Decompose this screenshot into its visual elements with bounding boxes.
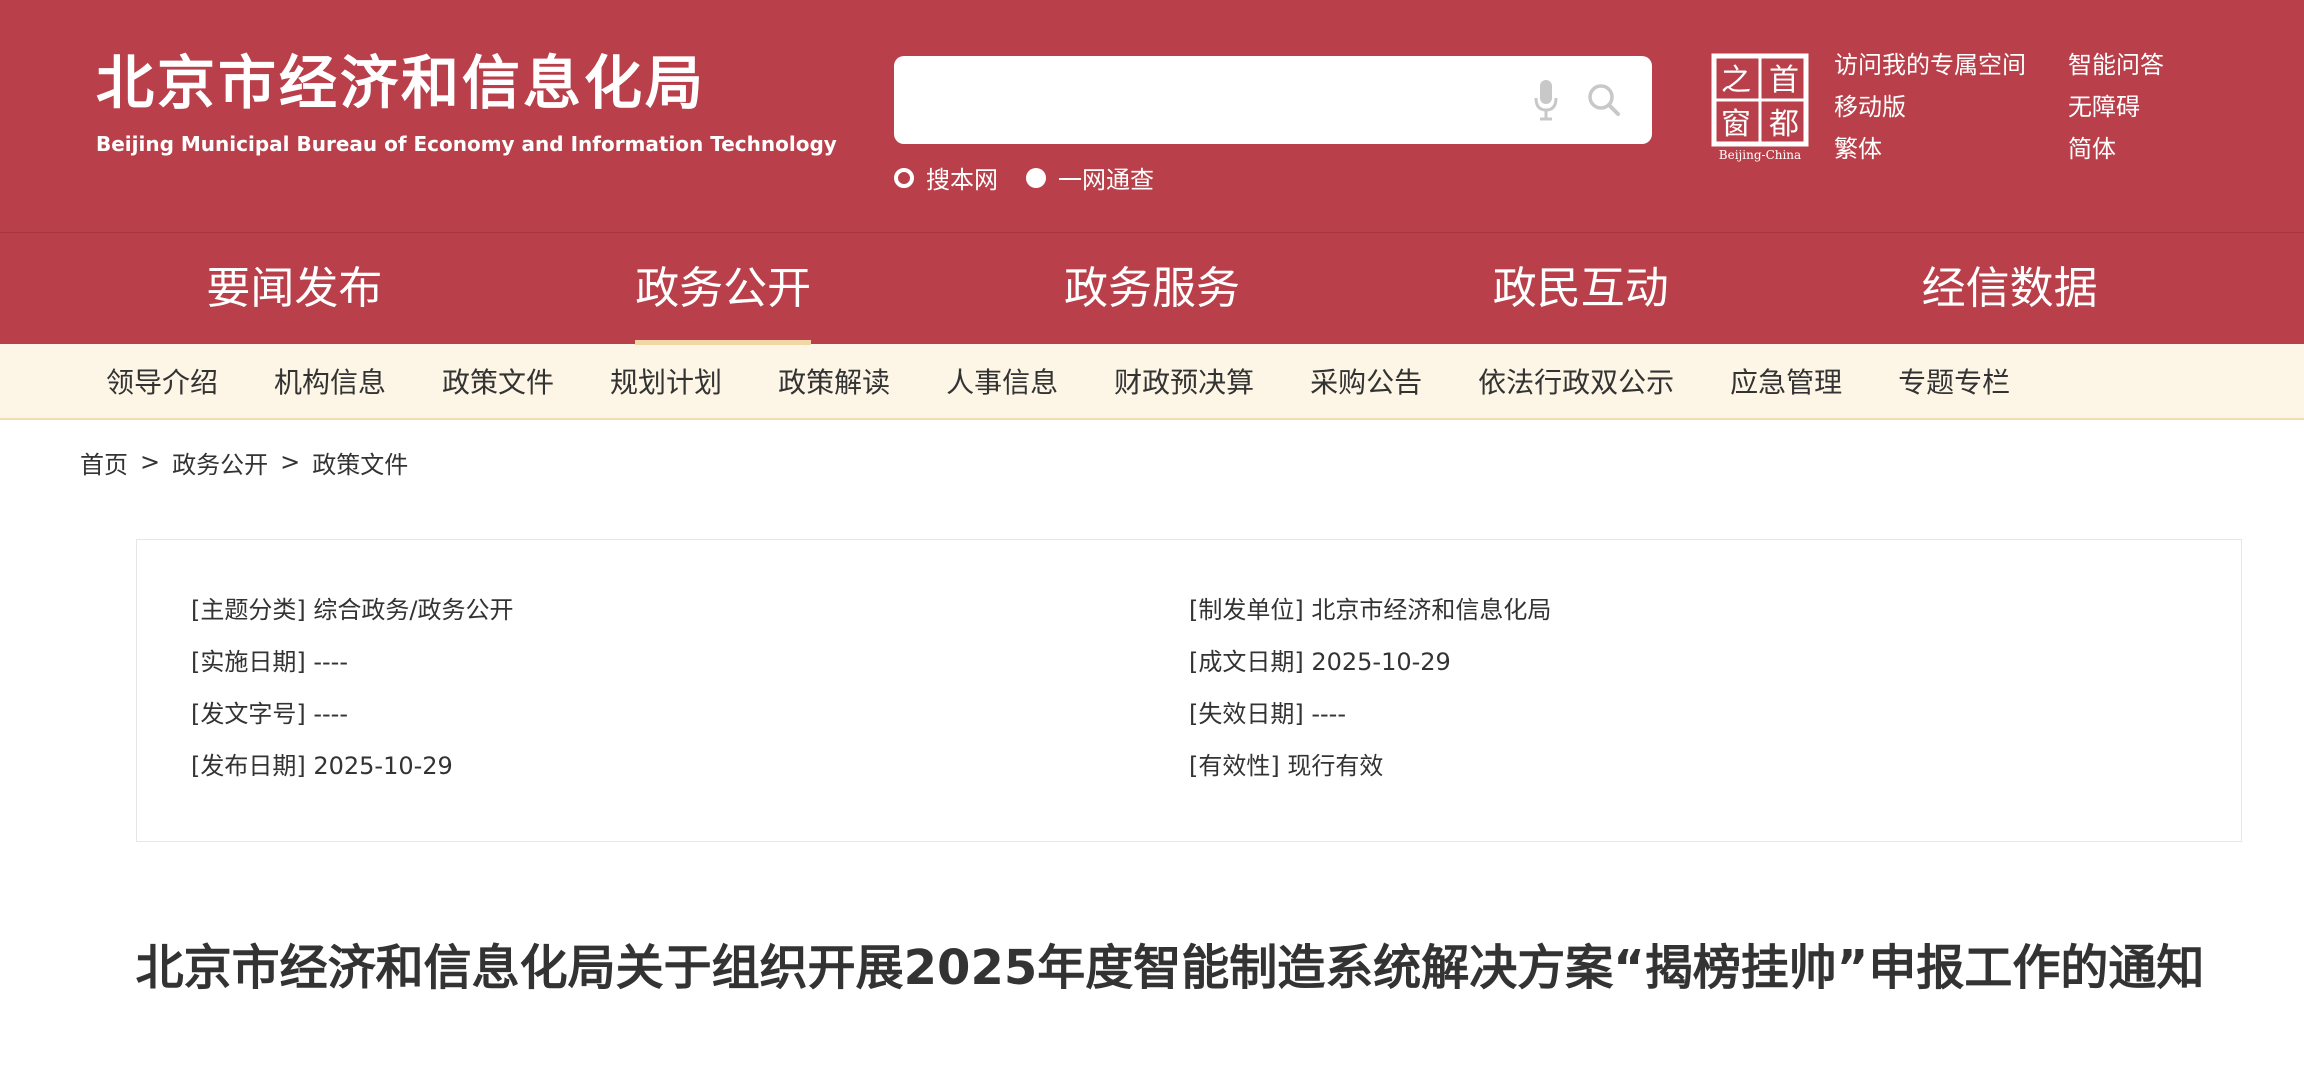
capital-window-seal-logo[interactable]: 首 都 之 窗 Beijing-China: [1708, 52, 1812, 162]
main-nav-economic-data[interactable]: 经信数据: [1922, 233, 2098, 345]
link-accessibility[interactable]: 无障碍: [2068, 92, 2208, 122]
header-utility-links: 访问我的专属空间 智能问答 移动版 无障碍 繁体 简体: [1834, 50, 2208, 164]
radio-selected[interactable]: [1026, 167, 1046, 188]
breadcrumb: 首页 > 政务公开 > 政策文件: [0, 444, 2304, 480]
meta-document-number: [发文字号] ----: [191, 700, 348, 728]
scope-option-all-network[interactable]: 一网通查: [1026, 160, 1154, 195]
radio-unselected[interactable]: [894, 167, 914, 188]
sub-nav-budget[interactable]: 财政预决算: [1114, 361, 1254, 401]
sub-nav-administrative-disclosure[interactable]: 依法行政双公示: [1478, 361, 1674, 401]
breadcrumb-home[interactable]: 首页: [80, 445, 128, 480]
logo-chinese-name: 北京市经济和信息化局: [96, 49, 707, 117]
sub-nav-policy-documents[interactable]: 政策文件: [442, 361, 554, 401]
meta-issuing-unit: [制发单位] 北京市经济和信息化局: [1189, 596, 1552, 624]
svg-text:窗: 窗: [1721, 107, 1751, 142]
svg-text:都: 都: [1769, 107, 1799, 142]
sub-nav-special-topics[interactable]: 专题专栏: [1898, 361, 2010, 401]
meta-publish-date: [发布日期] 2025-10-29: [191, 752, 453, 780]
link-smart-qa[interactable]: 智能问答: [2068, 50, 2208, 80]
link-simplified-chinese[interactable]: 简体: [2068, 134, 2208, 164]
meta-validity: [有效性] 现行有效: [1189, 752, 1384, 780]
link-personal-space[interactable]: 访问我的专属空间: [1834, 50, 2068, 80]
meta-written-date: [成文日期] 2025-10-29: [1189, 648, 1451, 676]
meta-topic-category: [主题分类] 综合政务/政务公开: [191, 596, 514, 624]
sub-nav-leadership[interactable]: 领导介绍: [106, 361, 218, 401]
search-icon[interactable]: [1584, 80, 1624, 120]
metadata-left-column: [主题分类] 综合政务/政务公开 [实施日期] ---- [发文字号] ----…: [191, 592, 513, 800]
scope-option-site[interactable]: 搜本网: [894, 160, 998, 195]
search-input[interactable]: [918, 74, 1478, 126]
breadcrumb-separator: >: [140, 448, 161, 476]
main-nav-government-affairs-open[interactable]: 政务公开: [635, 233, 812, 345]
svg-text:首: 首: [1769, 63, 1799, 98]
main-nav-public-interaction[interactable]: 政民互动: [1493, 233, 1669, 345]
search-scope-options: 搜本网 一网通查: [894, 160, 1182, 195]
microphone-icon[interactable]: [1532, 78, 1560, 122]
scope-label: 一网通查: [1058, 166, 1154, 194]
breadcrumb-government-affairs-open[interactable]: 政务公开: [172, 445, 268, 480]
svg-text:之: 之: [1721, 63, 1751, 98]
main-nav: 要闻发布 政务公开 政务服务 政民互动 经信数据: [0, 232, 2304, 345]
main-nav-government-services[interactable]: 政务服务: [1064, 233, 1240, 345]
scope-label: 搜本网: [926, 166, 998, 194]
document-metadata-box: [主题分类] 综合政务/政务公开 [实施日期] ---- [发文字号] ----…: [136, 539, 2242, 842]
sub-nav: 领导介绍 机构信息 政策文件 规划计划 政策解读 人事信息 财政预决算 采购公告…: [0, 344, 2304, 420]
article-title: 北京市经济和信息化局关于组织开展2025年度智能制造系统解决方案“揭榜挂帅”申报…: [135, 940, 2205, 996]
site-logo[interactable]: 北京市经济和信息化局 Beijing Municipal Bureau of E…: [96, 50, 837, 156]
site-header: 北京市经济和信息化局 Beijing Municipal Bureau of E…: [0, 0, 2304, 232]
sub-nav-emergency-management[interactable]: 应急管理: [1730, 361, 1842, 401]
sub-nav-organization[interactable]: 机构信息: [274, 361, 386, 401]
search-box: [894, 56, 1652, 144]
breadcrumb-policy-documents[interactable]: 政策文件: [312, 445, 408, 480]
sub-nav-policy-interpretation[interactable]: 政策解读: [778, 361, 890, 401]
link-mobile-version[interactable]: 移动版: [1834, 92, 2068, 122]
meta-expiry-date: [失效日期] ----: [1189, 700, 1346, 728]
meta-effective-date: [实施日期] ----: [191, 648, 348, 676]
logo-english-name: Beijing Municipal Bureau of Economy and …: [96, 132, 837, 156]
svg-text:Beijing-China: Beijing-China: [1719, 148, 1801, 162]
sub-nav-plans[interactable]: 规划计划: [610, 361, 722, 401]
breadcrumb-separator: >: [280, 448, 301, 476]
sub-nav-personnel[interactable]: 人事信息: [946, 361, 1058, 401]
sub-nav-procurement[interactable]: 采购公告: [1310, 361, 1422, 401]
metadata-right-column: [制发单位] 北京市经济和信息化局 [成文日期] 2025-10-29 [失效日…: [1189, 592, 1551, 800]
main-nav-news[interactable]: 要闻发布: [206, 233, 382, 345]
link-traditional-chinese[interactable]: 繁体: [1834, 134, 2068, 164]
